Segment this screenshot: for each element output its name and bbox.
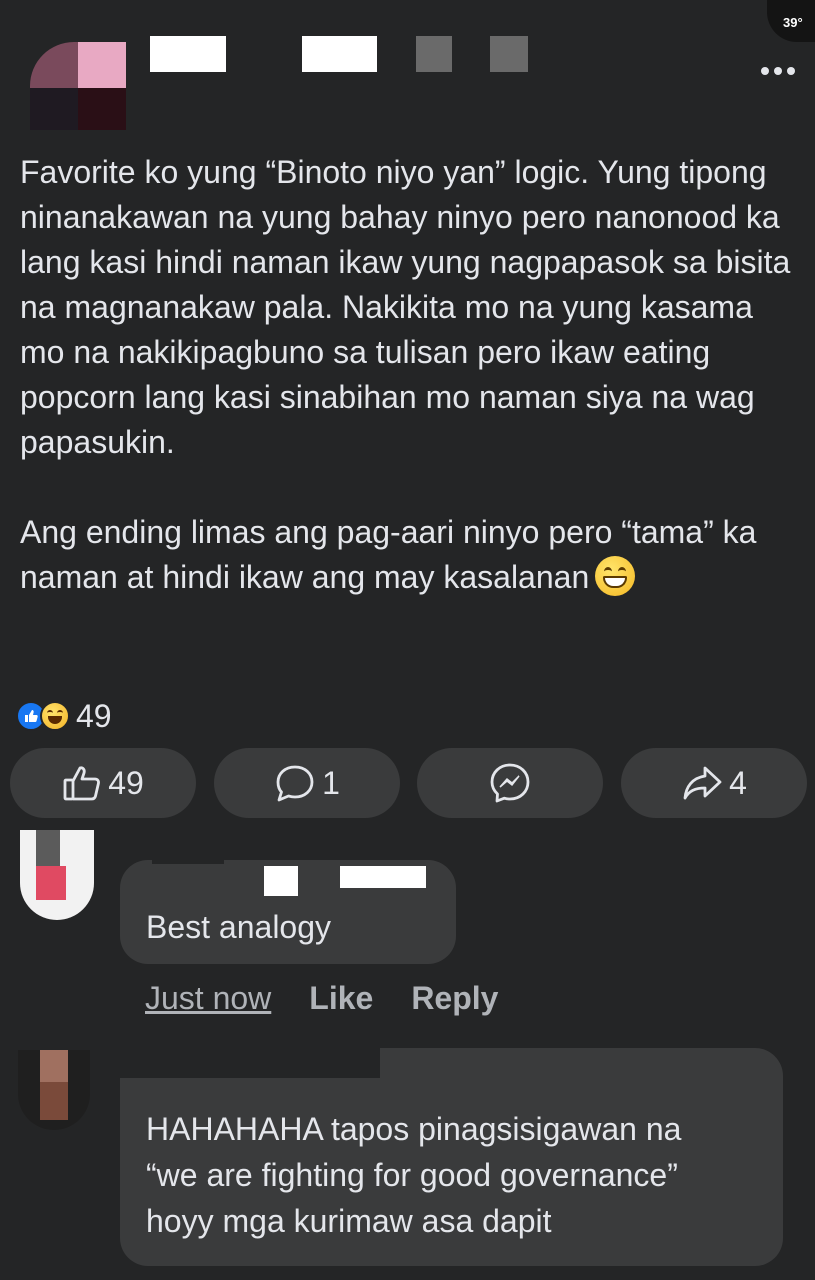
comment-bubble-2: HAHAHAHA tapos pinagsisigawan na “we are… [120, 1048, 783, 1266]
dot-icon [787, 67, 795, 75]
reaction-summary[interactable]: 49 [16, 698, 112, 734]
commenter-name-redacted-2 [264, 866, 298, 896]
post-actions: 49 1 4 [10, 748, 810, 818]
grinning-face-icon [595, 556, 636, 596]
post-header [0, 20, 815, 130]
post-meta-redacted-2 [490, 36, 528, 72]
thumbs-up-icon [63, 766, 101, 801]
post-paragraph-2: Ang ending limas ang pag-aari ninyo pero… [20, 510, 800, 600]
comment-reply-button[interactable]: Reply [411, 980, 498, 1017]
comment-button[interactable]: 1 [214, 748, 400, 818]
comment-timestamp: Just now [145, 980, 272, 1016]
status-dots: • • [789, 0, 805, 1]
more-options-button[interactable] [761, 67, 795, 75]
share-arrow-icon [683, 766, 722, 800]
commenter-avatar[interactable] [20, 830, 94, 920]
comment-like-button[interactable]: Like [309, 980, 373, 1017]
share-button[interactable]: 4 [621, 748, 807, 818]
like-button[interactable]: 49 [10, 748, 196, 818]
author-avatar[interactable] [30, 42, 126, 130]
author-name-redacted [150, 36, 226, 72]
messenger-icon [490, 763, 530, 803]
comment-text-2: HAHAHAHA tapos pinagsisigawan na “we are… [146, 1111, 682, 1239]
post-text: Favorite ko yung “Binoto niyo yan” logic… [20, 150, 800, 600]
dot-icon [761, 67, 769, 75]
post-meta-redacted [416, 36, 452, 72]
like-count: 49 [108, 764, 144, 801]
post-paragraph-text: Ang ending limas ang pag-aari ninyo pero… [20, 514, 766, 595]
commenter-avatar-2[interactable] [18, 1050, 90, 1130]
dot-icon [774, 67, 782, 75]
share-count: 4 [729, 764, 747, 801]
post-screen: • • 39° Favorite ko yung “Binoto niyo ya… [0, 0, 815, 1280]
messenger-send-button[interactable] [417, 748, 603, 818]
comment-bubble-icon [276, 765, 314, 802]
commenter-name-redacted-4 [120, 1048, 380, 1078]
reaction-count: 49 [76, 697, 112, 734]
comment-count: 1 [322, 764, 340, 801]
commenter-name-redacted [152, 828, 224, 864]
commenter-name-redacted-3 [340, 866, 426, 888]
comment-actions: Just now Like Reply [145, 980, 498, 1017]
haha-reaction-icon [40, 701, 70, 731]
post-paragraph: Favorite ko yung “Binoto niyo yan” logic… [20, 154, 800, 460]
comment-bubble: Best analogy [120, 828, 456, 964]
comment-text: Best analogy [146, 909, 332, 945]
author-name-redacted-2 [302, 36, 377, 72]
